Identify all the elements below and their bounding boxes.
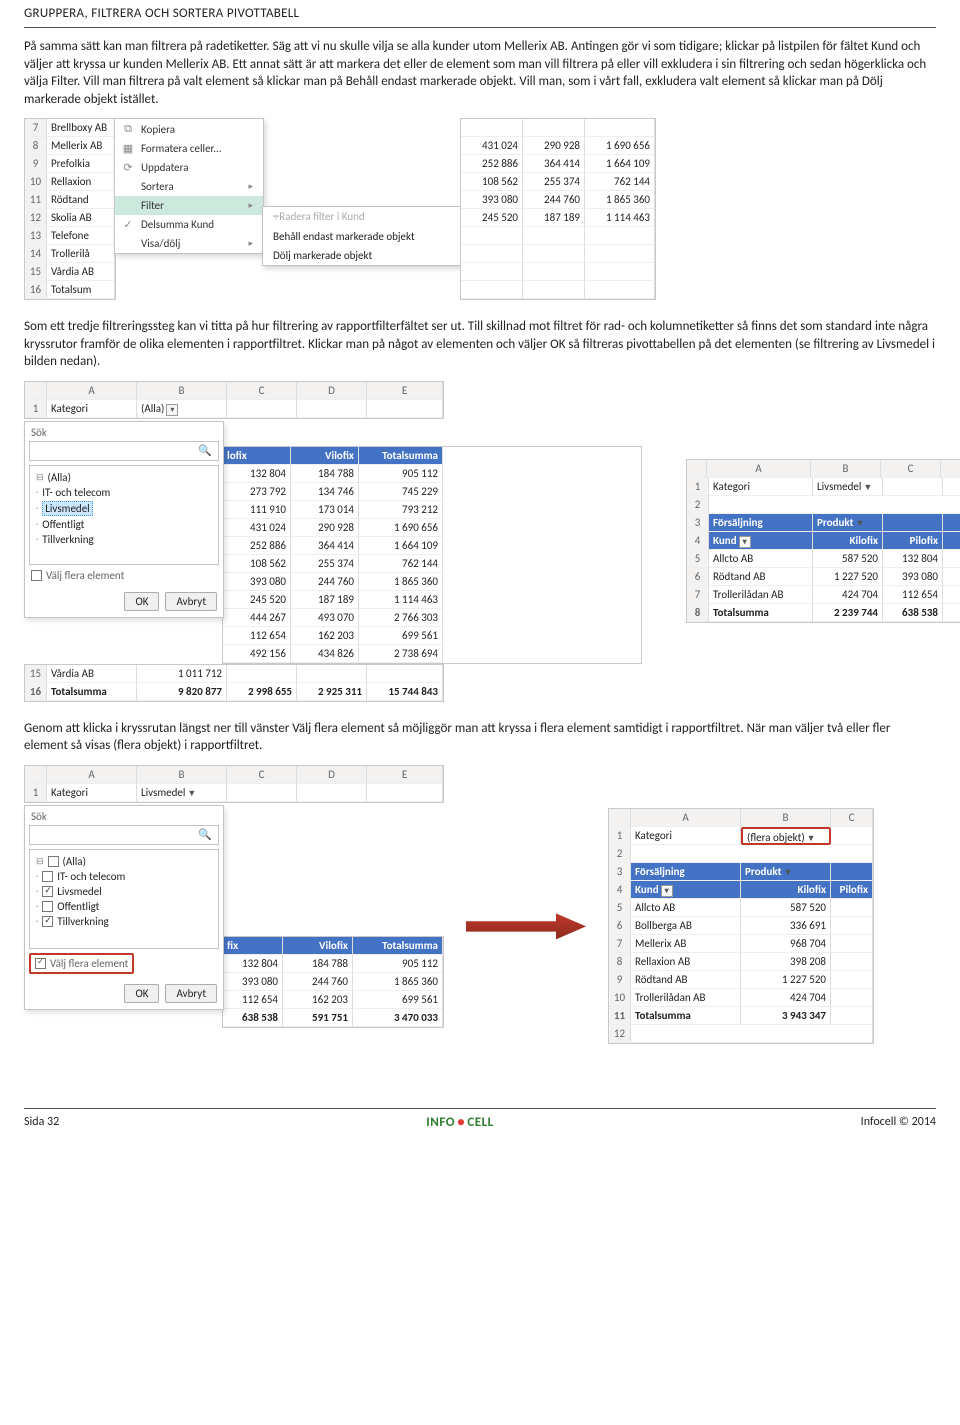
- infocell-logo: INFO●CELL: [426, 1115, 493, 1130]
- cancel-button[interactable]: Avbryt: [165, 592, 217, 611]
- paragraph-3: Genom att klicka i kryssrutan längst ner…: [24, 720, 936, 755]
- filter-option[interactable]: ·IT- och telecom: [34, 869, 214, 884]
- copyright: Infocell © 2014: [861, 1115, 936, 1129]
- filter-option[interactable]: ·Offentligt: [34, 899, 214, 914]
- filter-option[interactable]: ·IT- och telecom: [34, 485, 214, 500]
- submenu-item: ⫧Radera filter i Kund: [263, 207, 461, 227]
- filtered-pivot-flera-objekt: A B C 1 Kategori (flera objekt)▼ 2 3 För…: [608, 808, 874, 1044]
- context-menu-item[interactable]: ▦Formatera celler...: [115, 139, 263, 158]
- filter-icon[interactable]: ▼: [185, 788, 196, 799]
- context-menu-item[interactable]: Sortera: [115, 177, 263, 196]
- submenu-item[interactable]: Dölj markerade objekt: [263, 246, 461, 265]
- ok-button[interactable]: OK: [124, 592, 159, 611]
- page-footer: Sida 32 INFO●CELL Infocell © 2014: [24, 1108, 936, 1142]
- context-menu-item[interactable]: ✓Delsumma Kund: [115, 215, 263, 234]
- report-filter-panel-multi[interactable]: Sök 🔍 ⊟(Alla)·IT- och telecom·Livsmedel·…: [24, 805, 224, 1010]
- context-menu[interactable]: ⧉Kopiera▦Formatera celler...⟳UppdateraSo…: [114, 118, 264, 254]
- search-icon: 🔍: [192, 828, 218, 841]
- report-filter-panel[interactable]: Sök 🔍 ⊟(Alla)·IT- och telecom·Livsmedel·…: [24, 421, 224, 618]
- cancel-button[interactable]: Avbryt: [165, 984, 217, 1003]
- filter-icon[interactable]: ▼: [861, 482, 872, 493]
- filtered-pivot-livsmedel: A B C D E 1 Kategori Livsmedel▼ 2 3 Förs…: [686, 459, 960, 623]
- multi-select-checkbox[interactable]: ✓: [35, 958, 46, 969]
- context-menu-item[interactable]: Filter: [115, 196, 263, 215]
- arrow-right-icon: [466, 913, 586, 939]
- context-menu-item[interactable]: ⧉Kopiera: [115, 119, 263, 139]
- page-number: Sida 32: [24, 1115, 59, 1129]
- multi-select-checkbox[interactable]: [31, 570, 42, 581]
- filter-option[interactable]: ·Livsmedel: [34, 884, 214, 899]
- ok-button[interactable]: OK: [124, 984, 159, 1003]
- submenu-item[interactable]: Behåll endast markerade objekt: [263, 227, 461, 246]
- dropdown-icon[interactable]: ▾: [166, 404, 178, 416]
- filter-option[interactable]: ⊟(Alla): [34, 470, 214, 485]
- page-header: GRUPPERA, FILTRERA OCH SORTERA PIVOTTABE…: [24, 6, 936, 21]
- filter-submenu[interactable]: ⫧Radera filter i KundBehåll endast marke…: [262, 206, 462, 266]
- screenshot-context-menu: 7Brellboxy AB 8Mellerix AB9Prefolkia10Re…: [24, 118, 936, 300]
- screenshot-report-filter: A B C D E 1 Kategori (Alla)▾ Sök: [24, 381, 936, 702]
- context-menu-item[interactable]: Visa/dölj: [115, 234, 263, 253]
- search-icon: 🔍: [192, 444, 218, 457]
- filter-option[interactable]: ·Tillverkning: [34, 532, 214, 547]
- search-input[interactable]: 🔍: [29, 441, 219, 461]
- filter-option[interactable]: ·Offentligt: [34, 517, 214, 532]
- filter-option[interactable]: ·Livsmedel: [34, 500, 214, 517]
- screenshot-multi-select: A B C D E 1 Kategori Livsmedel▼ Sök 🔍 ⊟(…: [24, 765, 936, 1088]
- context-menu-item[interactable]: ⟳Uppdatera: [115, 158, 263, 177]
- paragraph-1: På samma sätt kan man filtrera på radeti…: [24, 38, 936, 108]
- paragraph-2: Som ett tredje filtreringssteg kan vi ti…: [24, 318, 936, 371]
- filter-option[interactable]: ·Tillverkning: [34, 914, 214, 929]
- filter-option[interactable]: ⊟(Alla): [34, 854, 214, 869]
